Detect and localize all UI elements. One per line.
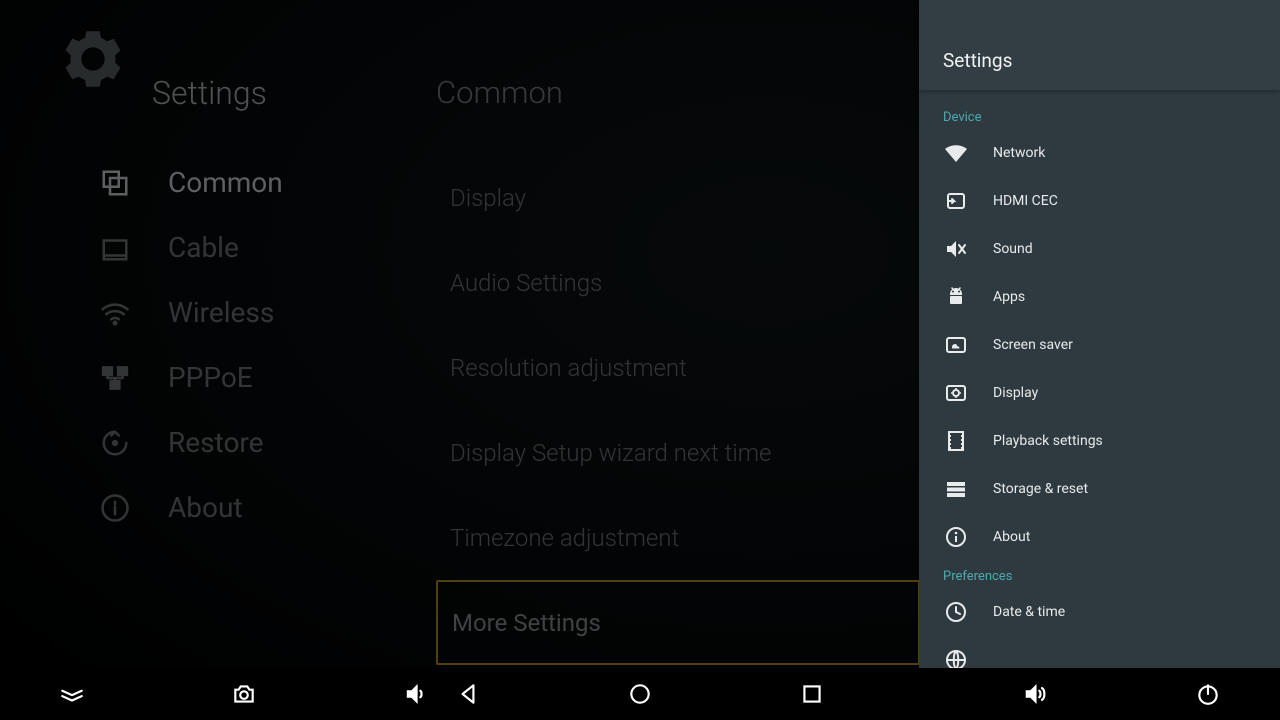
drawer-button[interactable]	[56, 678, 88, 710]
film-icon	[943, 428, 969, 454]
recents-button[interactable]	[796, 678, 828, 710]
sound-mute-icon	[943, 236, 969, 262]
panel-item-label: Playback settings	[993, 433, 1103, 449]
panel-item-display[interactable]: Display	[919, 369, 1280, 417]
panel-item-label: HDMI CEC	[993, 193, 1058, 209]
system-navbar	[0, 668, 1280, 720]
home-button[interactable]	[624, 678, 656, 710]
volume-up-button[interactable]	[1020, 678, 1052, 710]
wifi-icon	[943, 140, 969, 166]
panel-item-playback[interactable]: Playback settings	[919, 417, 1280, 465]
panel-item-sound[interactable]: Sound	[919, 225, 1280, 273]
android-icon	[943, 284, 969, 310]
panel-body: Device Network HDMI CEC Sound Apps Scree…	[919, 90, 1280, 668]
info-icon	[943, 524, 969, 550]
power-button[interactable]	[1192, 678, 1224, 710]
dream-icon	[943, 332, 969, 358]
panel-item-label: Sound	[993, 241, 1033, 257]
panel-item-label: Screen saver	[993, 337, 1073, 353]
screenshot-button[interactable]	[228, 678, 260, 710]
globe-icon	[943, 647, 969, 668]
display-icon	[943, 380, 969, 406]
panel-item-language[interactable]	[919, 636, 1280, 668]
section-label-preferences: Preferences	[919, 561, 1280, 588]
clock-icon	[943, 599, 969, 625]
storage-icon	[943, 476, 969, 502]
panel-item-network[interactable]: Network	[919, 129, 1280, 177]
panel-item-hdmi-cec[interactable]: HDMI CEC	[919, 177, 1280, 225]
panel-item-label: Apps	[993, 289, 1025, 305]
panel-item-label: Network	[993, 145, 1045, 161]
panel-item-about[interactable]: About	[919, 513, 1280, 561]
volume-down-button[interactable]	[400, 678, 432, 710]
panel-item-label: Date & time	[993, 604, 1065, 620]
panel-item-screensaver[interactable]: Screen saver	[919, 321, 1280, 369]
hdmi-icon	[943, 188, 969, 214]
section-label-device: Device	[919, 102, 1280, 129]
panel-item-apps[interactable]: Apps	[919, 273, 1280, 321]
panel-item-storage[interactable]: Storage & reset	[919, 465, 1280, 513]
panel-title: Settings	[919, 0, 1280, 90]
settings-panel: Settings Device Network HDMI CEC Sound A…	[919, 0, 1280, 668]
back-button[interactable]	[452, 678, 484, 710]
panel-item-date-time[interactable]: Date & time	[919, 588, 1280, 636]
panel-item-label: Display	[993, 385, 1038, 401]
panel-item-label: About	[993, 529, 1030, 545]
panel-item-label: Storage & reset	[993, 481, 1088, 497]
